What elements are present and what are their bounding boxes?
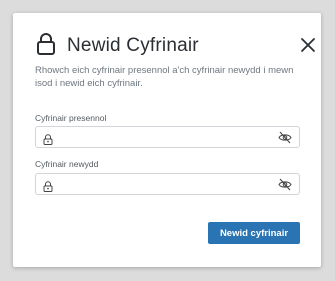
current-password-field (35, 126, 300, 148)
current-password-input[interactable] (58, 129, 268, 145)
current-password-label: Cyfrinair presennol (35, 113, 107, 123)
lock-icon (43, 179, 53, 192)
close-icon[interactable] (298, 35, 318, 55)
eye-slash-icon[interactable] (278, 178, 292, 191)
dialog-description: Rhowch eich cyfrinair presennol a'ch cyf… (35, 65, 294, 89)
lock-icon (36, 33, 56, 55)
new-password-field (35, 173, 300, 195)
dialog-title: Newid Cyfrinair (67, 35, 199, 56)
new-password-input[interactable] (58, 176, 268, 192)
dialog-header: Newid Cyfrinair (36, 31, 315, 61)
change-password-dialog: Newid Cyfrinair Rhowch eich cyfrinair pr… (13, 13, 321, 267)
eye-slash-icon[interactable] (278, 131, 292, 144)
change-password-button[interactable]: Newid cyfrinair (208, 222, 300, 244)
lock-icon (43, 132, 53, 145)
new-password-label: Cyfrinair newydd (35, 159, 99, 169)
